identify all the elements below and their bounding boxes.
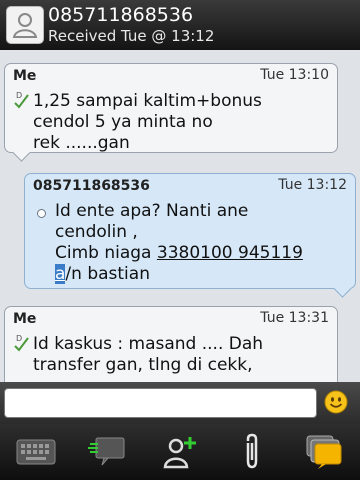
compose-bar	[0, 382, 360, 424]
message-text: 1,25 sampai kaltim+bonus cendol 5 ya min…	[33, 91, 262, 153]
chat-icon[interactable]	[72, 424, 144, 480]
received-status: Received Tue @ 13:12	[48, 27, 215, 45]
svg-text:D: D	[16, 334, 22, 343]
message-input[interactable]	[4, 388, 317, 418]
contact-name: 085711868536	[48, 4, 194, 26]
message-time: Tue 13:10	[260, 67, 329, 83]
smiley-icon[interactable]	[324, 390, 348, 414]
message-time: Tue 13:12	[278, 177, 347, 193]
text-selection-cursor[interactable]: a	[55, 264, 66, 284]
message-text: Id ente apa? Nanti ane cendolin , Cimb n…	[55, 201, 303, 284]
chat-header: 085711868536 Received Tue @ 13:12	[0, 0, 360, 50]
contact-avatar-icon[interactable]	[6, 6, 44, 44]
account-number-link[interactable]: 3380100 945119	[157, 243, 303, 263]
invite-contact-icon[interactable]	[144, 424, 216, 480]
svg-text:D: D	[16, 91, 22, 100]
bottom-toolbar	[0, 424, 360, 480]
message-sender: 085711868536	[33, 178, 150, 194]
conversation-area[interactable]: Me Tue 13:10 D 1,25 sampai kaltim+bonus …	[0, 50, 360, 382]
message-sender: Me	[13, 68, 37, 84]
message-bubble[interactable]: Me Tue 13:31 D Id kaskus : masand .... D…	[4, 306, 338, 382]
message-text: Id kaskus : masand .... Dah transfer gan…	[33, 334, 264, 375]
message-bubble[interactable]: 085711868536 Tue 13:12 Id ente apa? Nant…	[24, 173, 356, 298]
delivered-check-icon: D	[14, 334, 29, 352]
message-sender: Me	[13, 311, 37, 327]
message-bubble[interactable]: Me Tue 13:10 D 1,25 sampai kaltim+bonus …	[4, 63, 338, 162]
open-chats-icon[interactable]	[288, 424, 360, 480]
message-time: Tue 13:31	[260, 310, 329, 326]
delivered-check-icon: D	[14, 91, 29, 109]
keyboard-icon[interactable]	[0, 424, 72, 480]
received-bullet-icon	[37, 209, 46, 218]
attach-icon[interactable]	[216, 424, 288, 480]
